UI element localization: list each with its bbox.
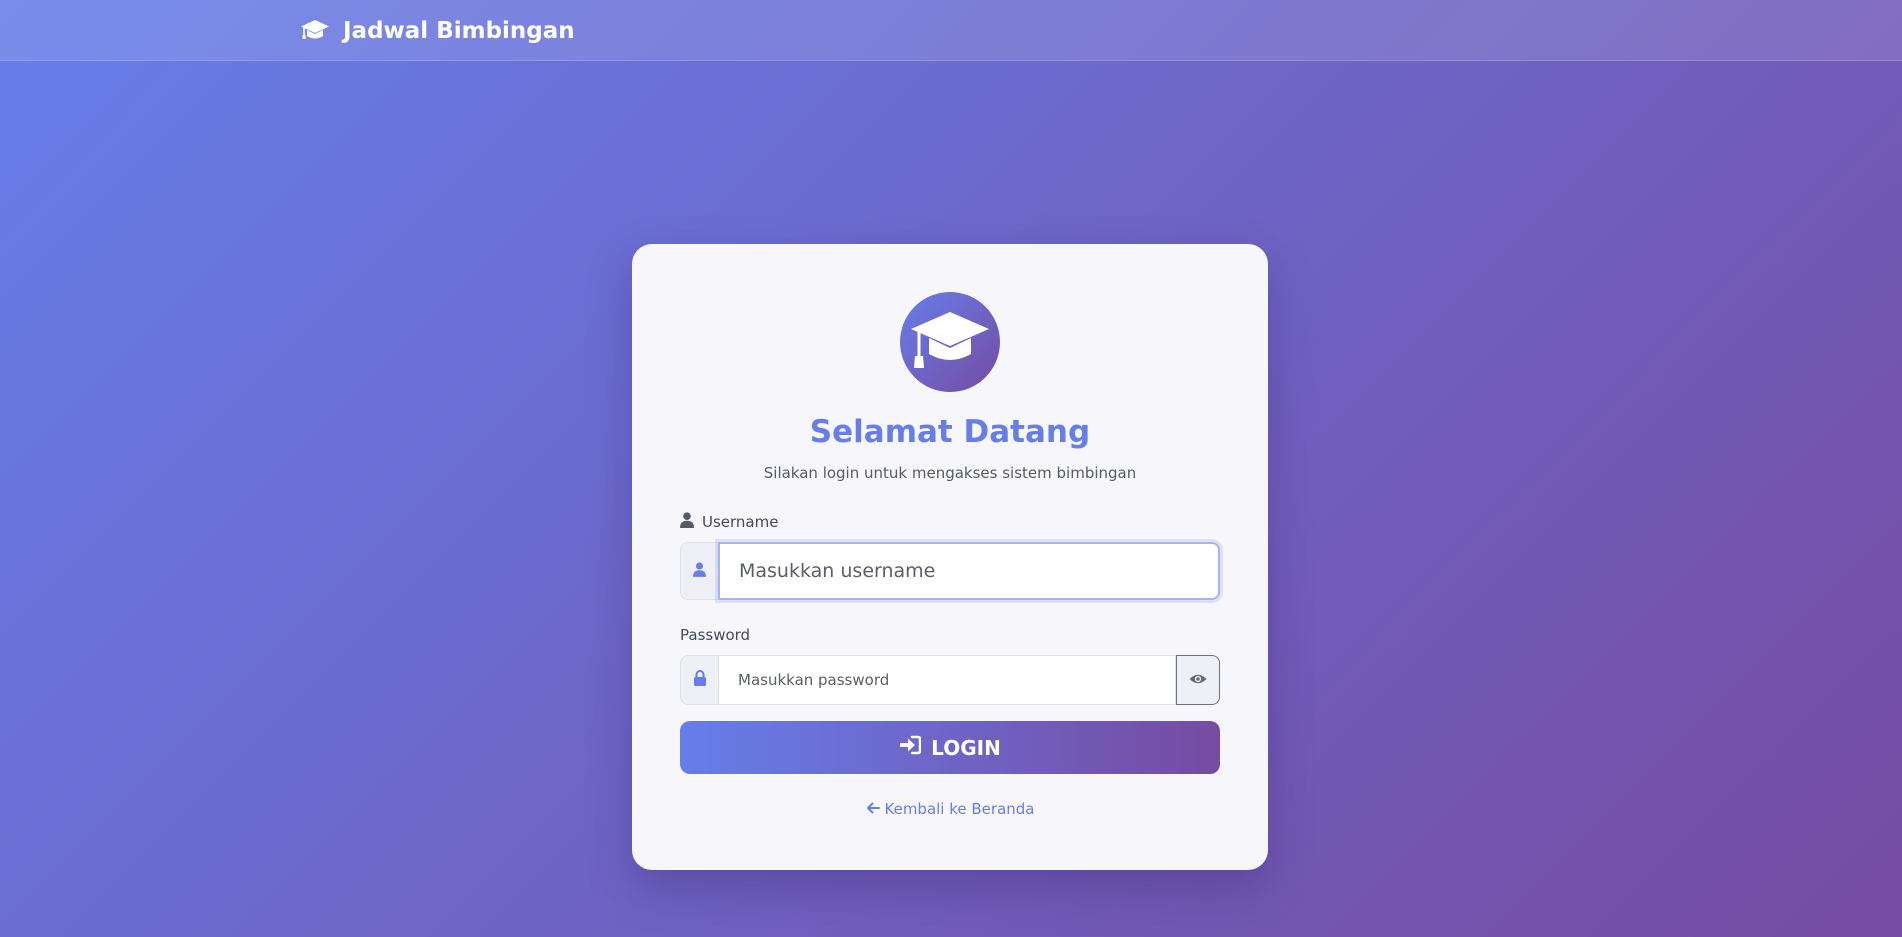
password-label-text: Password — [680, 626, 751, 644]
username-label: Username — [680, 512, 778, 532]
password-input-group — [680, 655, 1220, 705]
username-input-group — [680, 542, 1220, 600]
navbar: Jadwal Bimbingan — [0, 0, 1902, 61]
back-link-label: Kembali ke Beranda — [884, 800, 1035, 818]
brand-text: Jadwal Bimbingan — [343, 18, 575, 44]
user-icon — [693, 561, 706, 581]
username-input[interactable] — [718, 542, 1220, 600]
page-subtitle: Silakan login untuk mengakses sistem bim… — [763, 464, 1137, 482]
login-button[interactable]: LOGIN — [680, 721, 1220, 774]
user-icon — [680, 512, 694, 532]
username-label-text: Username — [702, 513, 779, 531]
navbar-brand[interactable]: Jadwal Bimbingan — [300, 14, 575, 48]
arrow-left-icon — [866, 800, 880, 818]
eye-icon — [1189, 673, 1207, 688]
password-label: Password — [680, 626, 750, 644]
graduation-cap-icon — [300, 19, 330, 43]
login-card: Selamat Datang Silakan login untuk menga… — [632, 244, 1268, 870]
password-addon — [680, 655, 718, 705]
login-logo — [900, 292, 1000, 392]
toggle-password-button[interactable] — [1176, 655, 1220, 705]
lock-icon — [693, 670, 707, 690]
page-title: Selamat Datang — [809, 414, 1091, 450]
password-input[interactable] — [718, 655, 1176, 705]
login-button-label: LOGIN — [931, 735, 1001, 760]
username-addon — [680, 542, 718, 600]
sign-in-icon — [899, 735, 922, 760]
back-to-home-link[interactable]: Kembali ke Beranda — [632, 800, 1268, 818]
graduation-cap-icon — [909, 308, 991, 376]
